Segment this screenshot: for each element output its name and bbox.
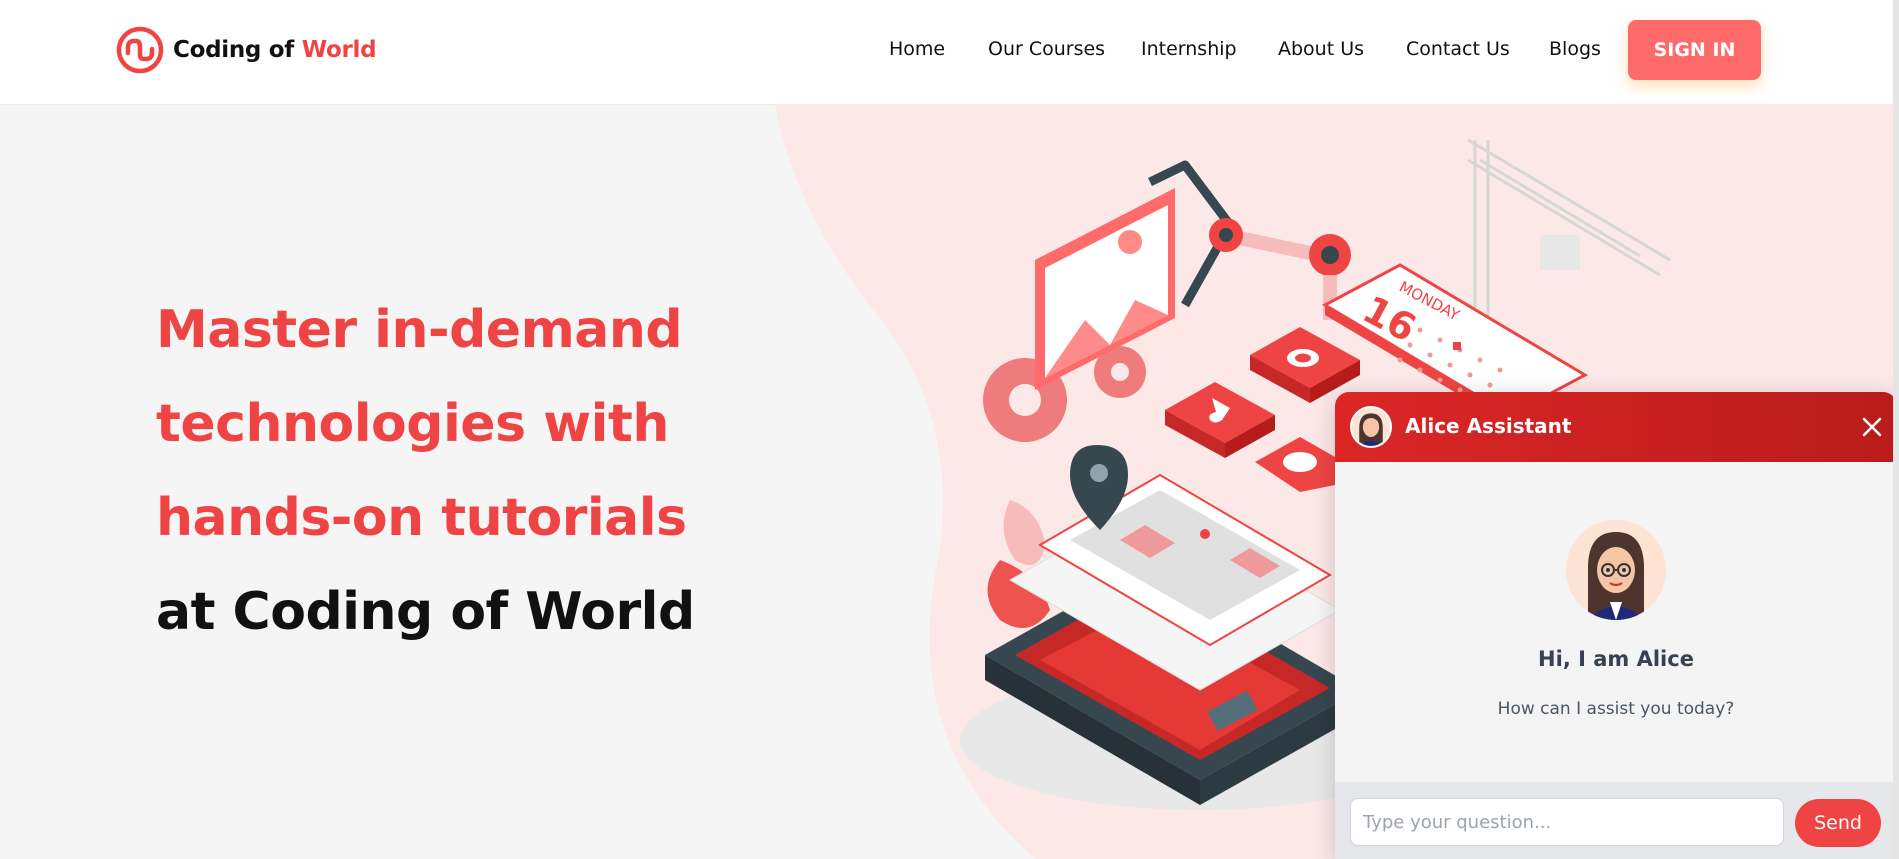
sign-in-button[interactable]: SIGN IN <box>1628 20 1761 80</box>
nav-about-us[interactable]: About Us <box>1278 38 1364 60</box>
crane-block-icon <box>1540 235 1580 270</box>
brand-logo[interactable]: Coding of World <box>115 24 377 76</box>
nav-internship[interactable]: Internship <box>1141 38 1237 60</box>
robot-arm-icon <box>1148 160 1351 320</box>
chat-greeting: Hi, I am Alice <box>1538 647 1694 671</box>
close-icon[interactable] <box>1859 414 1885 440</box>
chat-subtitle: How can I assist you today? <box>1497 699 1735 719</box>
assistant-avatar-icon <box>1566 520 1666 620</box>
nav-our-courses[interactable]: Our Courses <box>988 38 1105 60</box>
nav-blogs[interactable]: Blogs <box>1549 38 1601 60</box>
brand-name: Coding of World <box>173 37 377 63</box>
leaf-icon <box>1003 500 1045 565</box>
hero-headline-line-2: technologies with <box>156 394 669 454</box>
chat-send-button[interactable]: Send <box>1795 799 1881 847</box>
music-app-icon <box>1165 382 1275 458</box>
nav-contact-us[interactable]: Contact Us <box>1406 38 1510 60</box>
chat-title: Alice Assistant <box>1405 414 1572 438</box>
chat-question-input[interactable] <box>1350 798 1784 846</box>
chat-header: Alice Assistant <box>1335 392 1897 462</box>
hero-headline-line-1: Master in-demand <box>156 300 683 360</box>
page-scrollbar[interactable] <box>1893 0 1899 859</box>
navbar: Coding of World Home Our Courses Interns… <box>0 0 1899 105</box>
chat-widget: Alice Assistant Hi, I am Alice How can I… <box>1335 392 1897 859</box>
nav-home[interactable]: Home <box>889 38 945 60</box>
message-app-icon <box>1255 437 1335 492</box>
hero-headline-line-3: hands-on tutorials <box>156 488 687 548</box>
hero-headline-line-4: at Coding of World <box>156 582 695 642</box>
avatar-icon <box>1350 406 1392 448</box>
logo-icon <box>116 26 164 74</box>
